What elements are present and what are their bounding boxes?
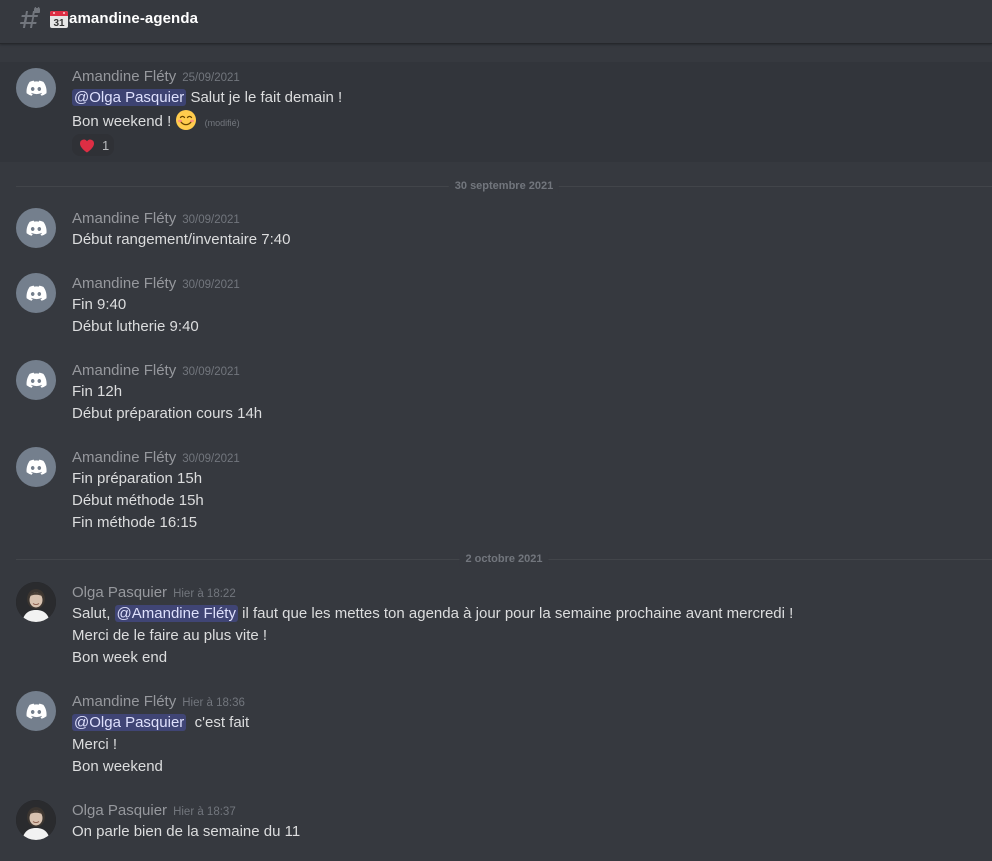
message-text: Salut je le fait demain !: [186, 89, 343, 106]
message-line: Merci de le faire au plus vite !: [72, 627, 268, 644]
message-line: Bon weekend: [72, 758, 163, 775]
message-header: Amandine Fléty 30/09/2021: [72, 447, 240, 467]
discord-logo-icon: [26, 459, 47, 475]
message-text: Bon weekend !: [72, 113, 172, 130]
message-line: On parle bien de la semaine du 11: [72, 823, 301, 840]
message-header: Amandine Fléty 30/09/2021: [72, 208, 240, 228]
discord-logo-icon: [26, 372, 47, 388]
timestamp: 30/09/2021: [182, 279, 240, 291]
user-mention[interactable]: @Olga Pasquier: [72, 89, 187, 106]
date-divider-label: 30 septembre 2021: [448, 180, 560, 193]
text-channel-locked-icon: [20, 7, 40, 28]
discord-logo-icon: [26, 80, 47, 96]
timestamp: 30/09/2021: [182, 214, 240, 226]
discord-logo-icon: [26, 285, 47, 301]
reaction-heart[interactable]: 1: [72, 134, 114, 156]
reaction-count: 1: [102, 137, 110, 153]
message[interactable]: Amandine Fléty 25/09/2021 @Olga Pasquier …: [0, 62, 992, 162]
edited-marker: (modifié): [204, 118, 240, 128]
message-header: Amandine Fléty Hier à 18:36: [72, 691, 245, 711]
avatar[interactable]: [16, 691, 56, 731]
message-line: Fin 9:40: [72, 296, 127, 313]
author-name[interactable]: Amandine Fléty: [72, 210, 176, 227]
message-line: Fin 12h: [72, 383, 123, 400]
message-line: Bon weekend ! (modifié): [72, 109, 240, 134]
timestamp: 25/09/2021: [182, 72, 240, 84]
message[interactable]: Amandine Fléty 30/09/2021 Fin 12h Début p…: [0, 356, 992, 428]
author-name[interactable]: Amandine Fléty: [72, 362, 176, 379]
message-line: Bon week end: [72, 649, 168, 666]
user-mention[interactable]: @Olga Pasquier: [72, 714, 187, 731]
message-line: @Olga Pasquier c'est fait: [72, 712, 249, 734]
message-line: Fin préparation 15h: [72, 470, 203, 487]
smiling-face-emoji-icon: [176, 110, 197, 130]
date-divider: 2 octobre 2021: [16, 553, 992, 566]
author-name[interactable]: Amandine Fléty: [72, 68, 176, 85]
timestamp: 30/09/2021: [182, 366, 240, 378]
message-line: Début lutherie 9:40: [72, 318, 199, 335]
timestamp: 30/09/2021: [182, 453, 240, 465]
calendar-day: 31: [53, 18, 65, 28]
message-text: Salut,: [72, 605, 115, 622]
avatar[interactable]: [16, 360, 56, 400]
channel-header: 31 amandine-agenda: [0, 0, 992, 44]
author-name[interactable]: Amandine Fléty: [72, 693, 176, 710]
date-divider-label: 2 octobre 2021: [459, 553, 549, 566]
timestamp: Hier à 18:37: [173, 806, 236, 818]
heart-icon: [79, 139, 95, 152]
message[interactable]: Olga Pasquier Hier à 18:22 Salut, @Amandi…: [0, 578, 992, 672]
avatar[interactable]: [16, 582, 56, 622]
message-line: Merci !: [72, 736, 117, 753]
timestamp: Hier à 18:36: [182, 697, 245, 709]
discord-logo-icon: [26, 220, 47, 236]
message-line: Fin méthode 16:15: [72, 514, 198, 531]
date-divider: 30 septembre 2021: [16, 180, 992, 193]
message-line: Début préparation cours 14h: [72, 405, 263, 422]
message[interactable]: Olga Pasquier Hier à 18:37 On parle bien …: [0, 796, 992, 846]
timestamp: Hier à 18:22: [173, 588, 236, 600]
message[interactable]: Amandine Fléty 30/09/2021 Fin 9:40 Début …: [0, 269, 992, 341]
message[interactable]: Amandine Fléty 30/09/2021 Fin préparation…: [0, 443, 992, 537]
message-line: Début méthode 15h: [72, 492, 204, 509]
message-line: Début rangement/inventaire 7:40: [72, 231, 291, 248]
author-name[interactable]: Olga Pasquier: [72, 802, 167, 819]
message-header: Amandine Fléty 30/09/2021: [72, 273, 240, 293]
user-photo-icon: [16, 582, 56, 622]
message-header: Olga Pasquier Hier à 18:22: [72, 582, 236, 602]
message-text: c'est fait: [186, 714, 250, 731]
author-name[interactable]: Amandine Fléty: [72, 275, 176, 292]
message[interactable]: Amandine Fléty Hier à 18:36 @Olga Pasquie…: [0, 687, 992, 781]
channel-name: amandine-agenda: [69, 10, 199, 27]
user-mention[interactable]: @Amandine Fléty: [114, 605, 238, 622]
message-header: Amandine Fléty 25/09/2021: [72, 66, 240, 86]
author-name[interactable]: Olga Pasquier: [72, 584, 167, 601]
discord-logo-icon: [26, 703, 47, 719]
author-name[interactable]: Amandine Fléty: [72, 449, 176, 466]
message-header: Amandine Fléty 30/09/2021: [72, 360, 240, 380]
message-text: il faut que les mettes ton agenda à jour…: [237, 605, 794, 622]
avatar[interactable]: [16, 273, 56, 313]
message-line: Salut, @Amandine Fléty il faut que les m…: [72, 603, 793, 625]
message-line: @Olga Pasquier Salut je le fait demain !: [72, 87, 342, 109]
user-photo-icon: [16, 800, 56, 840]
avatar[interactable]: [16, 68, 56, 108]
message-header: Olga Pasquier Hier à 18:37: [72, 800, 236, 820]
avatar[interactable]: [16, 800, 56, 840]
avatar[interactable]: [16, 447, 56, 487]
calendar-icon: 31: [50, 11, 68, 28]
message-list[interactable]: Amandine Fléty 25/09/2021 @Olga Pasquier …: [0, 44, 992, 861]
message[interactable]: Amandine Fléty 30/09/2021 Début rangement…: [0, 204, 992, 254]
avatar[interactable]: [16, 208, 56, 248]
